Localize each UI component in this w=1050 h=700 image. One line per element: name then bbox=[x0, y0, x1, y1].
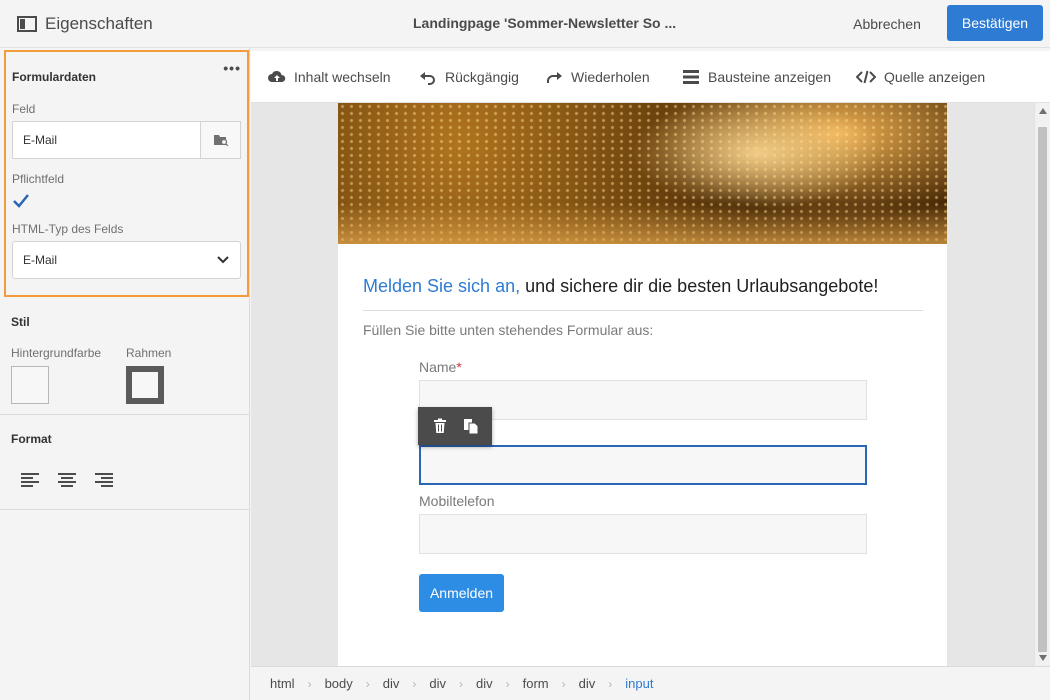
panel-title: Eigenschaften bbox=[45, 14, 153, 33]
top-bar: Eigenschaften Landingpage 'Sommer-Newsle… bbox=[0, 0, 1050, 48]
required-label: Pflichtfeld bbox=[12, 172, 65, 186]
show-source-button[interactable]: Quelle anzeigen bbox=[856, 51, 985, 103]
breadcrumb-separator: › bbox=[307, 676, 312, 691]
switch-content-label: Inhalt wechseln bbox=[294, 69, 391, 85]
align-right-icon[interactable] bbox=[92, 468, 116, 492]
breadcrumb-item[interactable]: body bbox=[325, 676, 353, 691]
properties-panel: Formulardaten ••• Feld E-Mail Pflichtfel… bbox=[0, 48, 250, 700]
section-divider bbox=[0, 414, 250, 415]
undo-button[interactable]: Rückgängig bbox=[419, 51, 519, 103]
trash-icon[interactable] bbox=[428, 414, 452, 438]
style-heading: Stil bbox=[11, 315, 30, 329]
breadcrumb-separator: › bbox=[459, 676, 464, 691]
duplicate-icon[interactable] bbox=[459, 414, 483, 438]
breadcrumb-separator: › bbox=[561, 676, 566, 691]
cloud-upload-icon bbox=[268, 70, 286, 82]
field-label: Feld bbox=[12, 102, 36, 116]
field-picker-button[interactable] bbox=[200, 121, 241, 159]
breadcrumb-item[interactable]: html bbox=[270, 676, 295, 691]
chevron-down-icon bbox=[217, 256, 229, 264]
list-icon bbox=[683, 70, 699, 84]
format-heading: Format bbox=[11, 432, 52, 446]
vertical-scrollbar[interactable] bbox=[1034, 103, 1050, 666]
panel-toggle-icon[interactable] bbox=[16, 13, 38, 35]
headline-divider bbox=[363, 310, 923, 311]
mobile-label: Mobiltelefon bbox=[419, 493, 495, 509]
background-color-swatch[interactable] bbox=[11, 366, 49, 404]
redo-label: Wiederholen bbox=[571, 69, 650, 85]
border-label: Rahmen bbox=[126, 346, 172, 360]
document-title: Landingpage 'Sommer-Newsletter So ... bbox=[413, 15, 677, 31]
html-type-select[interactable]: E-Mail bbox=[12, 241, 241, 279]
undo-label: Rückgängig bbox=[445, 69, 519, 85]
show-blocks-button[interactable]: Bausteine anzeigen bbox=[682, 51, 831, 103]
scroll-up-icon[interactable] bbox=[1039, 108, 1047, 114]
breadcrumb-item[interactable]: div bbox=[579, 676, 596, 691]
border-swatch[interactable] bbox=[126, 366, 164, 404]
breadcrumb-item[interactable]: div bbox=[476, 676, 493, 691]
page-headline: Melden Sie sich an, und sichere dir die … bbox=[363, 276, 878, 297]
switch-content-button[interactable]: Inhalt wechseln bbox=[268, 51, 391, 103]
background-color-label: Hintergrundfarbe bbox=[11, 346, 102, 360]
more-options-icon[interactable]: ••• bbox=[223, 60, 241, 76]
required-marker: * bbox=[456, 359, 462, 375]
show-source-label: Quelle anzeigen bbox=[884, 69, 986, 85]
editor-canvas: Melden Sie sich an, und sichere dir die … bbox=[251, 103, 1034, 666]
form-data-section: Formulardaten ••• Feld E-Mail Pflichtfel… bbox=[4, 50, 249, 297]
hero-image bbox=[338, 103, 947, 244]
element-toolbar bbox=[418, 407, 492, 445]
element-breadcrumb: html › body › div › div › div › form › d… bbox=[251, 666, 1050, 700]
form-intro: Füllen Sie bitte unten stehendes Formula… bbox=[363, 322, 654, 338]
align-left-icon[interactable] bbox=[18, 468, 42, 492]
headline-accent: Melden Sie sich an, bbox=[363, 276, 521, 296]
editor-toolbar: Inhalt wechseln Rückgängig Wiederholen B… bbox=[251, 51, 1050, 103]
html-type-value: E-Mail bbox=[23, 253, 58, 267]
undo-icon bbox=[420, 72, 435, 85]
confirm-button[interactable]: Bestätigen bbox=[947, 5, 1043, 41]
align-center-icon[interactable] bbox=[55, 468, 79, 492]
breadcrumb-separator: › bbox=[365, 676, 370, 691]
breadcrumb-separator: › bbox=[505, 676, 510, 691]
mobile-input[interactable] bbox=[419, 514, 867, 554]
html-type-label: HTML-Typ des Felds bbox=[12, 222, 124, 236]
show-blocks-label: Bausteine anzeigen bbox=[708, 69, 831, 85]
name-label: Name* bbox=[419, 359, 462, 375]
section-divider bbox=[0, 509, 250, 510]
email-input[interactable] bbox=[419, 445, 867, 485]
folder-search-icon bbox=[213, 135, 228, 147]
breadcrumb-item[interactable]: form bbox=[523, 676, 549, 691]
submit-button[interactable]: Anmelden bbox=[419, 574, 504, 612]
landing-page: Melden Sie sich an, und sichere dir die … bbox=[338, 103, 947, 666]
breadcrumb-item[interactable]: div bbox=[383, 676, 400, 691]
checkmark-icon bbox=[13, 194, 29, 208]
scroll-thumb[interactable] bbox=[1038, 127, 1047, 652]
scroll-down-icon[interactable] bbox=[1039, 655, 1047, 661]
breadcrumb-item-active[interactable]: input bbox=[625, 676, 653, 691]
breadcrumb-separator: › bbox=[412, 676, 417, 691]
required-checkbox[interactable] bbox=[12, 192, 30, 210]
cancel-button[interactable]: Abbrechen bbox=[844, 7, 930, 41]
redo-button[interactable]: Wiederholen bbox=[545, 51, 650, 103]
breadcrumb-item[interactable]: div bbox=[429, 676, 446, 691]
code-icon bbox=[856, 70, 876, 84]
headline-rest: und sichere dir die besten Urlaubsangebo… bbox=[520, 276, 879, 296]
breadcrumb-separator: › bbox=[608, 676, 613, 691]
redo-icon bbox=[547, 72, 562, 83]
field-input[interactable]: E-Mail bbox=[12, 121, 201, 159]
form-data-heading: Formulardaten bbox=[12, 70, 97, 84]
